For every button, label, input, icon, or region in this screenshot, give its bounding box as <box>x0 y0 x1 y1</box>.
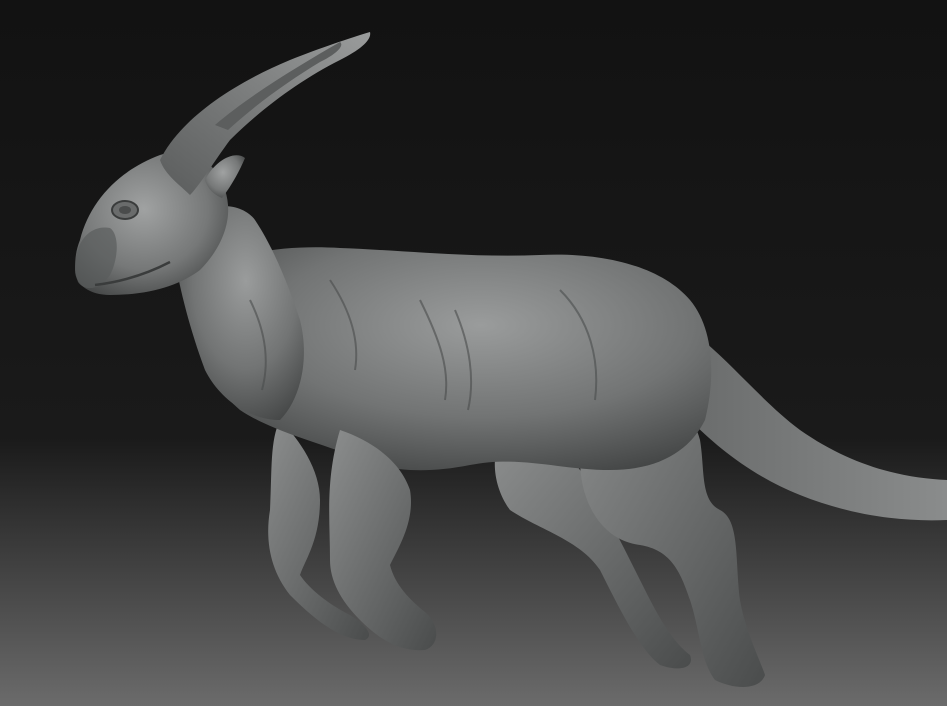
sculpt-viewport[interactable] <box>0 0 947 706</box>
creature-render <box>0 0 947 706</box>
eye-pupil <box>119 206 131 214</box>
